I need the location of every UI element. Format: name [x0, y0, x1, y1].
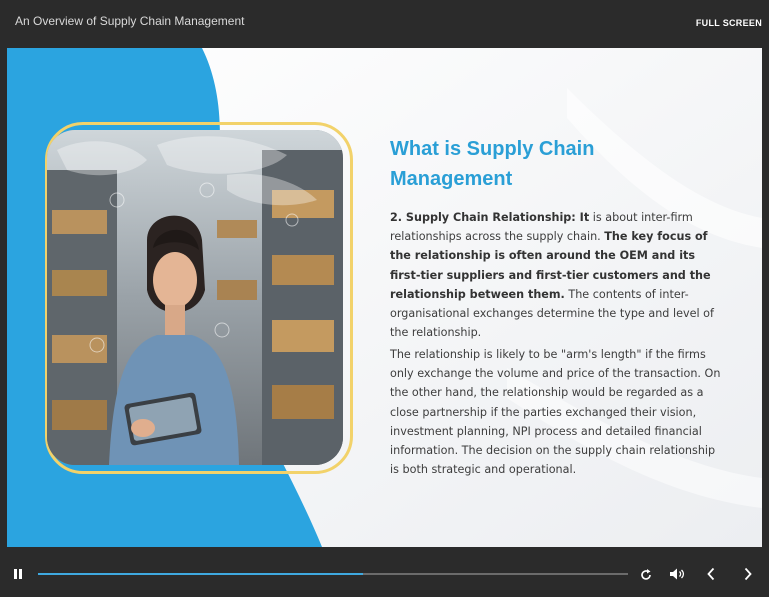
replay-button[interactable]: [635, 564, 657, 586]
heading-line-2: Management: [390, 168, 513, 190]
progress-bar[interactable]: [38, 573, 628, 575]
pause-icon: [14, 569, 22, 579]
paragraph-relationship: 2. Supply Chain Relationship: It is abou…: [390, 208, 726, 342]
warehouse-photo: [47, 130, 343, 465]
chevron-right-icon: [744, 567, 752, 581]
replay-icon: [641, 569, 651, 580]
volume-icon: [670, 568, 685, 580]
slide-heading: What is Supply Chain Management: [390, 134, 710, 194]
fullscreen-button[interactable]: FULL SCREEN: [696, 18, 762, 28]
volume-button[interactable]: [666, 563, 688, 585]
course-title: An Overview of Supply Chain Management: [15, 14, 245, 28]
heading-line-1: What is Supply Chain: [390, 138, 595, 160]
progress-fill: [38, 573, 363, 575]
paragraph-arms-length: The relationship is likely to be "arm's …: [390, 348, 721, 477]
paragraph-lead: 2. Supply Chain Relationship: It: [390, 211, 590, 224]
player-controls: [0, 549, 769, 597]
next-slide-button[interactable]: [737, 563, 759, 585]
slide: What is Supply Chain Management 2. Suppl…: [7, 48, 762, 547]
previous-slide-button[interactable]: [700, 563, 722, 585]
top-bar: An Overview of Supply Chain Management F…: [0, 0, 769, 46]
pause-button[interactable]: [7, 563, 29, 585]
chevron-left-icon: [707, 567, 715, 581]
